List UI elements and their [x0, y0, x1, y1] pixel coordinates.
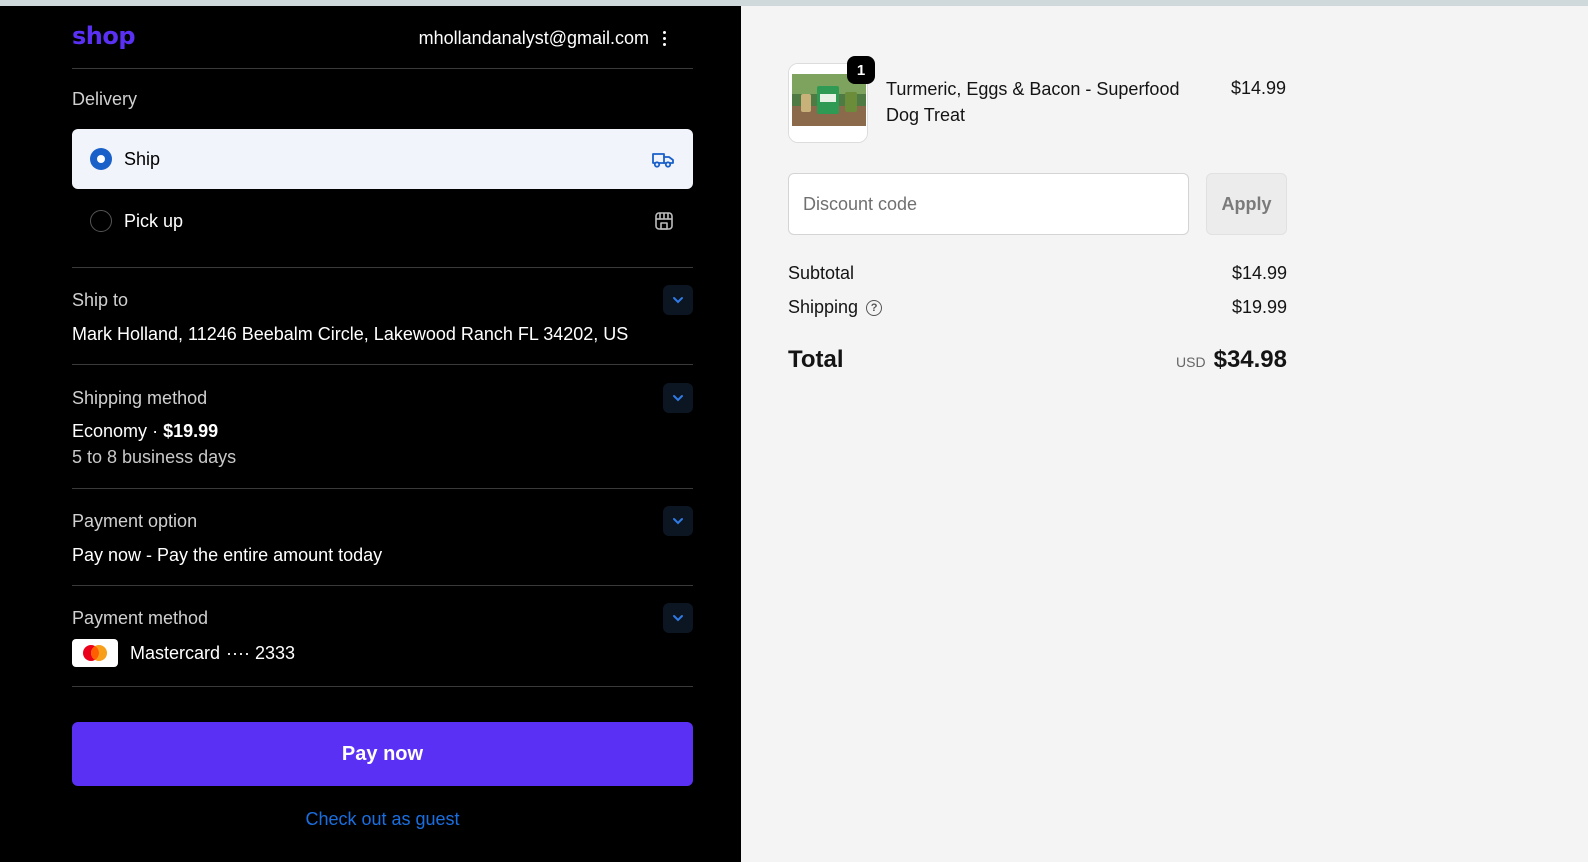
shipping-row: Shipping ? $19.99 — [788, 297, 1287, 318]
delivery-label: Delivery — [72, 89, 138, 109]
product-price: $14.99 — [1230, 78, 1286, 98]
subtotal-value: $14.99 — [1231, 263, 1287, 283]
card-masked-number: ···· 2333 — [226, 642, 296, 663]
truck-icon — [651, 149, 675, 169]
help-circle-icon[interactable]: ? — [866, 299, 883, 316]
divider — [72, 686, 693, 687]
shipping-method-expand-chevron-icon[interactable] — [663, 383, 693, 413]
total-currency: USD — [1176, 354, 1206, 370]
divider — [72, 267, 693, 268]
divider — [72, 364, 693, 365]
account-area: mhollandanalyst@gmail.com — [419, 28, 669, 49]
total-row: Total USD $34.98 — [788, 346, 1287, 374]
payment-method-label: Payment method — [72, 608, 209, 628]
shipping-value: $19.99 — [1231, 297, 1287, 317]
ship-label: Ship — [124, 148, 161, 169]
discount-code-input[interactable] — [788, 173, 1189, 235]
order-summary-panel: 1 Turmeric, Eggs & Bacon - Superfood Dog… — [741, 6, 1588, 862]
payment-method-expand-chevron-icon[interactable] — [663, 603, 693, 633]
pickup-label: Pick up — [124, 210, 184, 231]
subtotal-row: Subtotal $14.99 — [788, 263, 1287, 284]
apply-discount-button[interactable]: Apply — [1206, 173, 1287, 235]
more-options-icon[interactable] — [659, 31, 669, 46]
payment-option-expand-chevron-icon[interactable] — [663, 506, 693, 536]
pay-now-button[interactable]: Pay now — [72, 722, 693, 786]
payment-option-label: Payment option — [72, 511, 198, 531]
product-name: Turmeric, Eggs & Bacon - Superfood Dog T… — [886, 79, 1180, 125]
mastercard-icon — [72, 639, 118, 667]
subtotal-label: Subtotal — [788, 263, 855, 283]
checkout-as-guest-link[interactable]: Check out as guest — [72, 809, 693, 830]
shipping-method-name: Economy — [72, 421, 148, 441]
shipping-method-eta: 5 to 8 business days — [72, 447, 237, 467]
divider — [72, 68, 693, 69]
payment-method-value: Mastercard ···· 2333 — [72, 639, 693, 667]
shipping-method-value: Economy · $19.99 — [72, 421, 693, 442]
shipping-method-separator: · — [152, 421, 159, 441]
ship-to-expand-chevron-icon[interactable] — [663, 285, 693, 315]
account-email: mhollandanalyst@gmail.com — [418, 28, 649, 48]
shipping-method-label: Shipping method — [72, 388, 208, 408]
divider — [72, 488, 693, 489]
delivery-option-pickup[interactable]: Pick up — [72, 192, 693, 250]
pickup-radio[interactable] — [90, 210, 112, 232]
total-value: $34.98 — [1213, 346, 1287, 373]
delivery-option-ship[interactable]: Ship — [72, 129, 693, 189]
store-icon — [653, 210, 675, 232]
checkout-panel: shop mhollandanalyst@gmail.com Delivery … — [0, 6, 741, 862]
shipping-method-price: $19.99 — [163, 421, 219, 441]
ship-to-label: Ship to — [72, 290, 129, 310]
card-brand: Mastercard — [130, 642, 221, 663]
shipping-label-group: Shipping ? — [788, 297, 883, 318]
quantity-badge: 1 — [847, 56, 875, 84]
total-group: USD $34.98 — [1176, 346, 1287, 374]
ship-to-address: Mark Holland, 11246 Beebalm Circle, Lake… — [72, 324, 629, 344]
shop-logo: shop — [72, 22, 136, 50]
total-label: Total — [788, 346, 844, 373]
payment-option-value: Pay now - Pay the entire amount today — [72, 545, 383, 565]
shipping-label: Shipping — [788, 297, 859, 317]
divider — [72, 585, 693, 586]
ship-radio[interactable] — [90, 148, 112, 170]
